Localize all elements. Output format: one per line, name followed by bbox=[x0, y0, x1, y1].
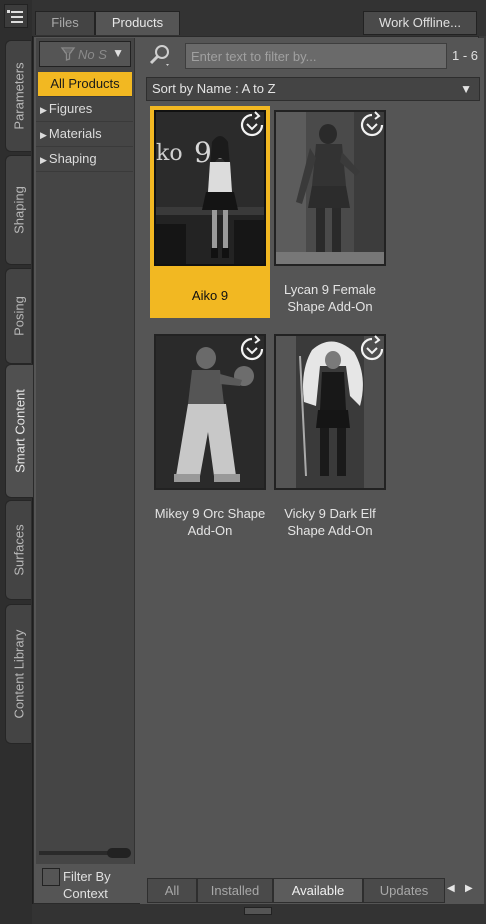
category-figures[interactable]: ▶ Figures bbox=[36, 97, 133, 122]
product-name: Aiko 9 bbox=[191, 288, 229, 303]
tab-available[interactable]: Available bbox=[273, 878, 363, 903]
product-name: Mikey 9 Orc Shape Add-On bbox=[154, 506, 266, 538]
expand-arrow-icon[interactable]: ▶ bbox=[40, 123, 47, 147]
top-tab-bar: Files Products Work Offline... bbox=[32, 0, 486, 36]
product-card-aiko-9[interactable]: ko 9 Aiko 9 bbox=[150, 106, 270, 318]
svg-text:9: 9 bbox=[194, 136, 212, 169]
expand-arrow-icon[interactable]: ▶ bbox=[40, 148, 47, 172]
tab-products[interactable]: Products bbox=[95, 11, 180, 35]
slider-handle[interactable] bbox=[107, 848, 131, 858]
sort-label: Sort by Name : A to Z bbox=[152, 81, 276, 96]
sync-icon[interactable] bbox=[358, 335, 386, 363]
side-tab-label: Content Library bbox=[11, 629, 26, 719]
tab-updates[interactable]: Updates bbox=[363, 878, 445, 903]
filter-by-context-line1: Filter By bbox=[63, 869, 111, 884]
side-tab-parameters[interactable]: Parameters bbox=[5, 40, 31, 152]
filter-icon bbox=[60, 47, 76, 61]
filter-by-context-line2: Context bbox=[63, 886, 108, 901]
side-tab-posing[interactable]: Posing bbox=[5, 268, 31, 364]
side-tab-surfaces[interactable]: Surfaces bbox=[5, 500, 31, 600]
side-tab-content-library[interactable]: Content Library bbox=[5, 604, 31, 744]
svg-text:ko: ko bbox=[156, 141, 183, 166]
side-tab-label: Posing bbox=[11, 296, 26, 336]
category-materials[interactable]: ▶ Materials bbox=[36, 122, 133, 147]
category-filter-placeholder: No S bbox=[78, 47, 107, 62]
category-label: All Products bbox=[50, 76, 120, 91]
menu-bullet bbox=[7, 10, 10, 13]
bottom-filter-tabs: All Installed Available Updates ◀ ▶ bbox=[147, 878, 484, 904]
sync-icon[interactable] bbox=[238, 335, 266, 363]
tab-files[interactable]: Files bbox=[35, 11, 95, 35]
category-column: No S ▼ All Products ▶ Figures ▶ Materials … bbox=[36, 38, 135, 901]
chevron-down-icon: ▼ bbox=[460, 82, 472, 96]
product-card-lycan-9-female[interactable]: Lycan 9 Female Shape Add-On bbox=[270, 106, 390, 318]
side-tab-smart-content[interactable]: Smart Content bbox=[5, 364, 33, 498]
product-card-mikey-9-orc[interactable]: Mikey 9 Orc Shape Add-On bbox=[150, 330, 270, 542]
product-content-area: 1 - 6 Sort by Name : A to Z ▼ ko 9 bbox=[140, 38, 484, 904]
sync-icon[interactable] bbox=[358, 111, 386, 139]
side-tab-label: Parameters bbox=[11, 62, 26, 130]
category-filter-dropdown[interactable]: No S ▼ bbox=[39, 41, 131, 67]
product-card-vicky-9-dark-elf[interactable]: Vicky 9 Dark Elf Shape Add-On bbox=[270, 330, 390, 542]
sync-icon[interactable] bbox=[238, 111, 266, 139]
scroll-right-icon[interactable]: ▶ bbox=[465, 883, 473, 894]
resize-grip[interactable] bbox=[244, 907, 272, 915]
filter-by-context-label: Filter By Context bbox=[63, 868, 111, 902]
category-shaping[interactable]: ▶ Shaping bbox=[36, 147, 133, 172]
search-input[interactable] bbox=[185, 43, 447, 69]
expand-arrow-icon[interactable]: ▶ bbox=[40, 98, 47, 122]
chevron-down-icon: ▼ bbox=[112, 46, 124, 60]
product-name: Lycan 9 Female Shape Add-On bbox=[283, 282, 376, 314]
result-range: 1 - 6 bbox=[451, 48, 478, 63]
category-all-products[interactable]: All Products bbox=[38, 72, 132, 97]
panel-menu-icon[interactable] bbox=[4, 4, 28, 28]
product-name: Vicky 9 Dark Elf Shape Add-On bbox=[284, 506, 376, 538]
filter-by-context-checkbox[interactable] bbox=[42, 868, 60, 886]
side-tab-shaping[interactable]: Shaping bbox=[5, 155, 31, 265]
slider-track bbox=[39, 851, 109, 855]
side-tab-label: Surfaces bbox=[11, 524, 26, 576]
category-label: Materials bbox=[48, 126, 102, 141]
work-offline-button[interactable]: Work Offline... bbox=[363, 11, 477, 35]
scroll-left-icon[interactable]: ◀ bbox=[447, 883, 455, 894]
tab-installed[interactable]: Installed bbox=[197, 878, 273, 903]
side-tab-label: Shaping bbox=[11, 186, 26, 234]
search-row: 1 - 6 bbox=[146, 40, 480, 70]
category-label: Shaping bbox=[48, 151, 97, 166]
category-label: Figures bbox=[48, 101, 93, 116]
search-icon[interactable] bbox=[146, 42, 174, 68]
tab-all[interactable]: All bbox=[147, 878, 197, 903]
side-tab-label: Smart Content bbox=[12, 389, 27, 473]
sort-dropdown[interactable]: Sort by Name : A to Z ▼ bbox=[146, 77, 480, 101]
column-resize-slider[interactable] bbox=[39, 848, 131, 858]
